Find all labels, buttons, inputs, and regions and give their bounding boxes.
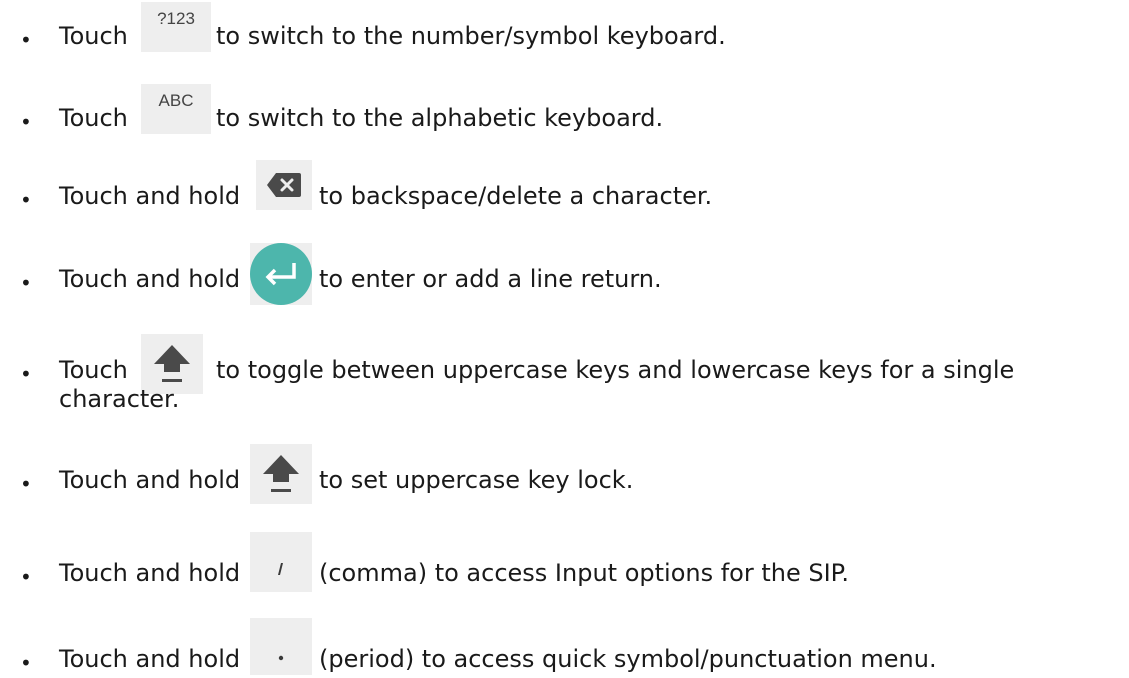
bullet: • xyxy=(20,110,32,134)
item-text-before: Touch and hold xyxy=(59,466,241,494)
item-text-before: Touch xyxy=(59,104,128,132)
item-text-after: to switch to the alphabetic keyboard. xyxy=(216,104,664,132)
bullet: • xyxy=(20,362,32,386)
item-text-after: to set uppercase key lock. xyxy=(319,466,634,494)
bullet: • xyxy=(20,28,32,52)
bullet: • xyxy=(20,188,32,212)
item-text-wrap: character. xyxy=(59,385,180,413)
item-text-before: Touch and hold xyxy=(59,182,241,210)
item-text-after: to enter or add a line return. xyxy=(319,265,662,293)
item-text-before: Touch xyxy=(59,22,128,50)
item-text-after: (comma) to access Input options for the … xyxy=(319,559,850,587)
bullet: • xyxy=(20,271,32,295)
item-text-before: Touch and hold xyxy=(59,265,241,293)
item-text-after: to backspace/delete a character. xyxy=(319,182,713,210)
item-text-before: Touch and hold xyxy=(59,645,241,673)
period-icon xyxy=(250,618,312,675)
item-text-before: Touch xyxy=(59,356,128,384)
item-text-after: to toggle between uppercase keys and low… xyxy=(216,356,1015,384)
bullet: • xyxy=(20,651,32,675)
item-text-after: to switch to the number/symbol keyboard. xyxy=(216,22,726,50)
alphabetic-key-icon: ABC xyxy=(141,84,211,134)
comma-icon xyxy=(250,532,312,592)
enter-icon xyxy=(250,243,312,305)
shift-icon xyxy=(250,444,312,504)
backspace-icon xyxy=(256,160,312,210)
item-text-before: Touch and hold xyxy=(59,559,241,587)
bullet: • xyxy=(20,472,32,496)
number-symbol-key-icon: ?123 xyxy=(141,2,211,52)
item-text-after: (period) to access quick symbol/punctuat… xyxy=(319,645,937,673)
bullet: • xyxy=(20,565,32,589)
